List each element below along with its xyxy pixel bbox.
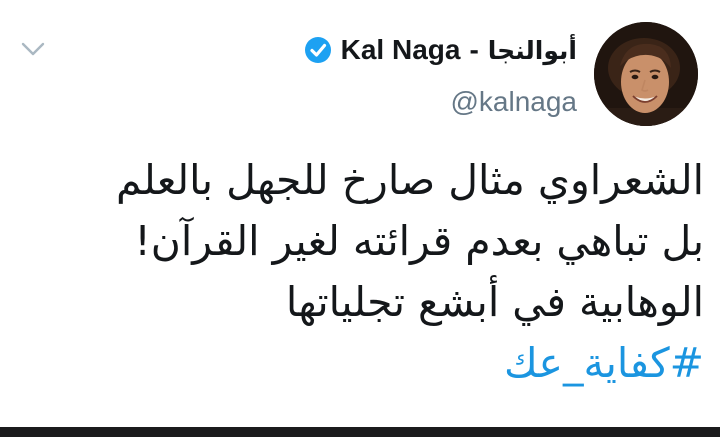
display-name-arabic[interactable]: أبوالنجا xyxy=(488,36,577,65)
user-handle[interactable]: @kalnaga xyxy=(450,86,577,118)
tweet-text-line: بل تباهي بعدم قرائته لغير القرآن! xyxy=(134,217,704,265)
tweet-text-line: الوهابية في أبشع تجلياتها xyxy=(285,278,704,326)
verified-badge-icon xyxy=(304,36,332,64)
tweet-text-line: الشعراوي مثال صارخ للجهل بالعلم xyxy=(116,156,704,204)
tweet-header: Kal Naga - أبوالنجا xyxy=(304,30,577,70)
tweet-text: الشعراوي مثال صارخ للجهل بالعلم بل تباهي… xyxy=(24,150,704,394)
chevron-down-icon[interactable] xyxy=(20,40,46,58)
tweet-card: Kal Naga - أبوالنجا @kalnaga الشعراوي مث… xyxy=(0,0,720,427)
name-separator: - xyxy=(469,34,479,65)
hashtag-link[interactable]: #كفاية_عك xyxy=(24,333,704,394)
avatar[interactable] xyxy=(594,22,698,126)
display-name[interactable]: Kal Naga xyxy=(341,34,461,66)
bottom-divider xyxy=(0,427,720,437)
